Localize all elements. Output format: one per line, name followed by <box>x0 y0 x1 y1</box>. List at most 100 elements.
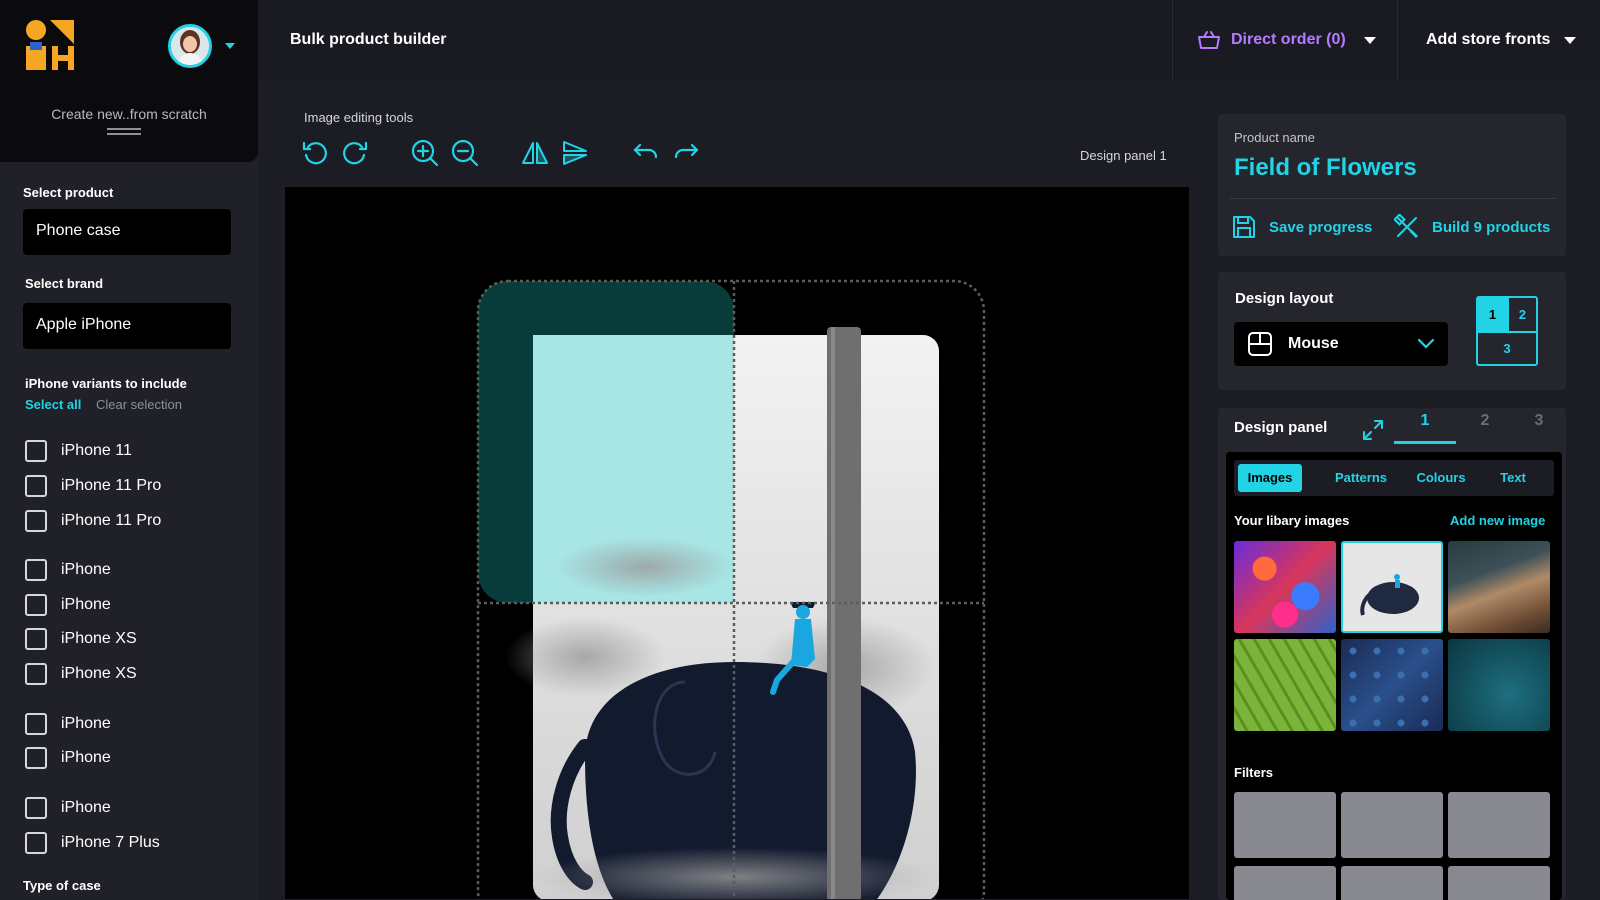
tab-panel-2[interactable]: 2 <box>1470 412 1500 444</box>
tab-label: 3 <box>1534 412 1544 429</box>
variant-checkbox[interactable] <box>25 475 47 497</box>
case-preview[interactable] <box>285 187 1190 900</box>
library-thumbnail[interactable] <box>1341 639 1443 731</box>
variant-checkbox[interactable] <box>25 663 47 685</box>
avatar[interactable] <box>168 24 212 68</box>
variant-row[interactable]: iPhone <box>25 747 111 769</box>
build-products-label: Build 9 products <box>1432 218 1551 236</box>
layout-grid-picker[interactable]: 1 2 3 <box>1476 296 1538 366</box>
save-progress-button[interactable]: Save progress <box>1231 214 1372 240</box>
tab-panel-3[interactable]: 3 <box>1526 412 1552 444</box>
design-layout-label: Design layout <box>1235 290 1334 307</box>
add-store-fronts-button[interactable]: Add store fronts <box>1397 0 1600 80</box>
fog-shape <box>555 537 735 597</box>
variant-checkbox[interactable] <box>25 440 47 462</box>
user-avatar-icon <box>171 27 209 65</box>
layout-select[interactable]: Mouse <box>1234 322 1448 366</box>
filter-option[interactable] <box>1234 792 1336 858</box>
brand-logo <box>24 18 76 72</box>
tab-colours[interactable]: Colours <box>1406 464 1476 492</box>
layout-cell-1[interactable]: 1 <box>1478 298 1507 331</box>
variant-row[interactable]: iPhone 11 Pro <box>25 510 161 532</box>
tab-panel-1[interactable]: 1 <box>1394 412 1456 444</box>
tab-label: Colours <box>1416 470 1466 485</box>
variant-row[interactable]: iPhone <box>25 559 111 581</box>
rotate-left-icon[interactable] <box>300 138 330 168</box>
build-products-button[interactable]: Build 9 products <box>1394 214 1550 240</box>
library-thumbnail[interactable] <box>1448 639 1550 731</box>
save-icon <box>1233 216 1255 238</box>
variant-checkbox[interactable] <box>25 628 47 650</box>
variant-row[interactable]: iPhone <box>25 797 111 819</box>
zoom-out-icon[interactable] <box>450 138 480 168</box>
design-panel-label: Design panel <box>1234 419 1328 436</box>
variant-checkbox[interactable] <box>25 559 47 581</box>
variant-label: iPhone <box>61 596 111 613</box>
direct-order-button[interactable]: Direct order (0) <box>1172 0 1397 80</box>
variant-label: iPhone <box>61 749 111 766</box>
variant-label: iPhone XS <box>61 630 137 647</box>
filter-option[interactable] <box>1234 866 1336 900</box>
tab-label: Patterns <box>1334 470 1388 485</box>
add-new-image-link[interactable]: Add new image <box>1450 513 1545 528</box>
create-new-link[interactable]: Create new..from scratch <box>0 106 258 122</box>
elephant-thumb-image <box>1360 574 1419 616</box>
variant-row[interactable]: iPhone 11 Pro <box>25 475 161 497</box>
library-images-label: Your libary images <box>1234 513 1350 528</box>
store-fronts-label: Add store fronts <box>1426 31 1551 48</box>
expand-icon[interactable] <box>1362 419 1384 441</box>
library-thumbnail[interactable] <box>1234 541 1336 633</box>
design-panel-indicator: Design panel 1 <box>1080 148 1167 163</box>
variant-label: iPhone XS <box>61 665 137 682</box>
tab-images[interactable]: Images <box>1238 464 1302 492</box>
variant-checkbox[interactable] <box>25 594 47 616</box>
clear-selection-link[interactable]: Clear selection <box>96 397 182 412</box>
layout-cell-2[interactable]: 2 <box>1507 298 1536 331</box>
layout-select-value: Mouse <box>1288 335 1339 352</box>
library-thumbnail[interactable] <box>1448 541 1550 633</box>
asset-type-tabs: Images Patterns Colours Text <box>1234 460 1554 496</box>
zoom-in-icon[interactable] <box>410 138 440 168</box>
redo-icon[interactable] <box>672 138 702 168</box>
tab-label: 2 <box>1480 412 1490 429</box>
variant-checkbox[interactable] <box>25 797 47 819</box>
tools-icon <box>1394 214 1419 239</box>
tab-text[interactable]: Text <box>1488 464 1538 492</box>
product-name-label: Product name <box>1234 130 1315 145</box>
library-thumbnail-selected[interactable] <box>1341 541 1443 633</box>
undo-icon[interactable] <box>630 138 660 168</box>
filter-option[interactable] <box>1341 792 1443 858</box>
select-product-label: Select product <box>23 185 114 200</box>
filter-option[interactable] <box>1341 866 1443 900</box>
brand-select[interactable]: Apple iPhone <box>23 303 231 349</box>
variant-checkbox[interactable] <box>25 510 47 532</box>
chevron-down-icon <box>1418 339 1434 349</box>
library-thumbnail[interactable] <box>1234 639 1336 731</box>
flip-vertical-icon[interactable] <box>560 138 590 168</box>
product-name-value[interactable]: Field of Flowers <box>1234 154 1417 182</box>
tab-patterns[interactable]: Patterns <box>1326 464 1396 492</box>
layout-cell-3[interactable]: 3 <box>1478 331 1536 364</box>
basket-icon <box>1198 31 1220 49</box>
filters-label: Filters <box>1234 765 1274 780</box>
variant-row[interactable]: iPhone XS <box>25 663 137 685</box>
variant-row[interactable]: iPhone <box>25 594 111 616</box>
design-canvas[interactable] <box>284 186 1190 900</box>
variant-label: iPhone <box>61 715 111 732</box>
variant-checkbox[interactable] <box>25 747 47 769</box>
variant-checkbox[interactable] <box>25 713 47 735</box>
chevron-down-icon[interactable] <box>225 43 235 49</box>
variant-checkbox[interactable] <box>25 832 47 854</box>
product-select[interactable]: Phone case <box>23 209 231 255</box>
strap-highlight <box>831 327 835 899</box>
variant-row[interactable]: iPhone 7 Plus <box>25 832 160 854</box>
variant-row[interactable]: iPhone <box>25 713 111 735</box>
filter-option[interactable] <box>1448 792 1550 858</box>
variant-row[interactable]: iPhone 11 <box>25 440 132 462</box>
filter-option[interactable] <box>1448 866 1550 900</box>
rotate-right-icon[interactable] <box>340 138 370 168</box>
select-all-link[interactable]: Select all <box>25 397 81 412</box>
flip-horizontal-icon[interactable] <box>520 138 550 168</box>
variant-row[interactable]: iPhone XS <box>25 628 137 650</box>
variant-label: iPhone 11 Pro <box>61 512 162 529</box>
